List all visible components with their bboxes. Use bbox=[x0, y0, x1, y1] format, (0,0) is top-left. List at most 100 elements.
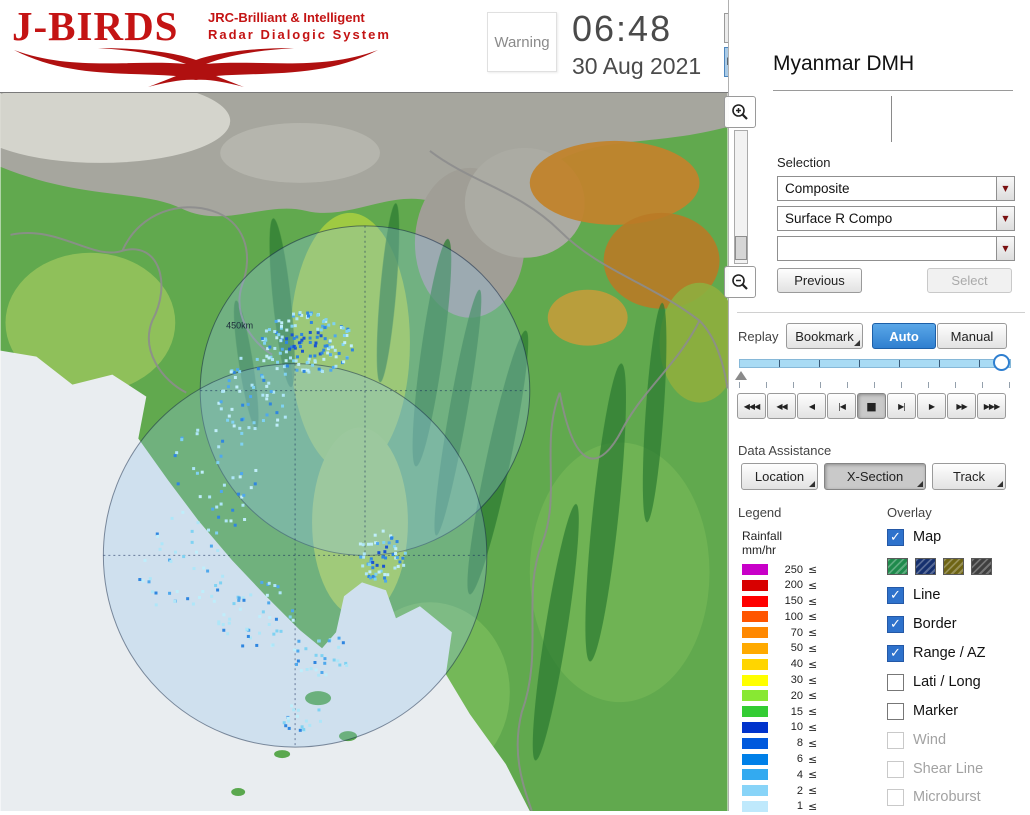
lte-symbol: ≤ bbox=[808, 579, 817, 592]
manual-button[interactable]: Manual bbox=[937, 323, 1007, 349]
skip-start-button[interactable]: ◀◀◀ bbox=[737, 393, 766, 419]
legend-scale: 250≤ 200≤ 150≤ 100≤ 70≤ 50≤ 40≤ 30≤ 20≤ … bbox=[742, 562, 817, 815]
lte-symbol: ≤ bbox=[808, 642, 817, 655]
overlay-item-label: Microburst bbox=[913, 789, 981, 805]
divider bbox=[737, 312, 1025, 313]
legend-color-swatch bbox=[742, 722, 768, 733]
overlay-item-line[interactable]: ✓ Line bbox=[887, 586, 940, 604]
magnifier-plus-icon bbox=[730, 102, 750, 122]
range-label: 450km bbox=[226, 321, 253, 331]
overlay-item-border[interactable]: ✓ Border bbox=[887, 615, 957, 633]
map-zoom-controls bbox=[724, 96, 758, 298]
legend-row: 50≤ bbox=[742, 641, 817, 656]
composite-dropdown[interactable]: Composite ▼ bbox=[777, 176, 1015, 201]
map-style-swatches bbox=[887, 557, 992, 575]
xsection-button[interactable]: X-Section bbox=[824, 463, 926, 490]
fast-forward-button[interactable]: ▶▶ bbox=[947, 393, 976, 419]
timeline-thumb[interactable] bbox=[993, 354, 1010, 371]
overlay-label: Overlay bbox=[887, 505, 932, 520]
chevron-down-icon[interactable]: ▼ bbox=[996, 237, 1014, 260]
legend-color-swatch bbox=[742, 659, 768, 670]
checkbox-border[interactable]: ✓ bbox=[887, 616, 904, 633]
legend-row: 100≤ bbox=[742, 609, 817, 624]
chevron-down-icon[interactable]: ▼ bbox=[996, 177, 1014, 200]
step-back-button[interactable]: ◀ bbox=[797, 393, 826, 419]
overlay-item-lati-long[interactable]: Lati / Long bbox=[887, 673, 981, 691]
site-title: Myanmar DMH bbox=[773, 52, 914, 76]
select-button: Select bbox=[927, 268, 1012, 293]
bookmark-button[interactable]: Bookmark bbox=[786, 323, 863, 349]
legend-value: 6 bbox=[777, 753, 803, 765]
legend-row: 70≤ bbox=[742, 625, 817, 640]
stop-button[interactable]: ■ bbox=[857, 393, 886, 419]
checkbox-lati-long[interactable] bbox=[887, 674, 904, 691]
legend-color-swatch bbox=[742, 596, 768, 607]
legend-color-swatch bbox=[742, 564, 768, 575]
zoom-out-button[interactable] bbox=[724, 266, 756, 298]
checkbox-line[interactable]: ✓ bbox=[887, 587, 904, 604]
legend-label: Legend bbox=[738, 505, 781, 520]
play-button[interactable]: ▶ bbox=[917, 393, 946, 419]
zoom-in-button[interactable] bbox=[724, 96, 756, 128]
clock-time: 06:48 bbox=[572, 8, 672, 50]
composite-dropdown-value: Composite bbox=[778, 181, 996, 196]
map-style-swatch[interactable] bbox=[915, 558, 936, 575]
fast-rewind-button[interactable]: ◀◀ bbox=[767, 393, 796, 419]
legend-unit-2: mm/hr bbox=[742, 543, 776, 557]
divider bbox=[773, 90, 1013, 91]
option-dropdown[interactable]: ▼ bbox=[777, 236, 1015, 261]
legend-value: 15 bbox=[777, 706, 803, 718]
legend-row: 6≤ bbox=[742, 752, 817, 767]
warning-button[interactable]: Warning bbox=[487, 12, 557, 72]
map-style-swatch[interactable] bbox=[943, 558, 964, 575]
checkbox-range-az[interactable]: ✓ bbox=[887, 645, 904, 662]
skip-end-button[interactable]: ▶▶▶ bbox=[977, 393, 1006, 419]
clock-date: 30 Aug 2021 bbox=[572, 53, 701, 80]
map-canvas[interactable]: 450km bbox=[0, 92, 728, 811]
control-panel: Myanmar DMH Selection Composite ▼ Surfac… bbox=[728, 0, 1030, 811]
legend-color-swatch bbox=[742, 611, 768, 622]
legend-row: 250 ≤ bbox=[742, 562, 817, 577]
auto-button[interactable]: Auto bbox=[872, 323, 936, 349]
field-divider bbox=[891, 96, 892, 142]
overlay-item-label: Line bbox=[913, 587, 940, 603]
lte-symbol: ≤ bbox=[808, 689, 817, 702]
overlay-item-label: Border bbox=[913, 616, 957, 632]
overlay-item-shear-line: Shear Line bbox=[887, 760, 983, 778]
checkbox-marker[interactable] bbox=[887, 703, 904, 720]
legend-value: 40 bbox=[777, 658, 803, 670]
overlay-item-label: Lati / Long bbox=[913, 674, 981, 690]
legend-value: 250 bbox=[777, 564, 803, 576]
overlay-item-map[interactable]: ✓ Map bbox=[887, 528, 941, 546]
legend-color-swatch bbox=[742, 580, 768, 591]
checkbox-microburst bbox=[887, 789, 904, 806]
timeline-track[interactable] bbox=[739, 359, 1011, 368]
map-style-swatch[interactable] bbox=[887, 558, 908, 575]
lte-symbol: ≤ bbox=[808, 563, 817, 576]
legend-value: 4 bbox=[777, 769, 803, 781]
product-dropdown[interactable]: Surface R Compo ▼ bbox=[777, 206, 1015, 231]
jbirds-logo: J-BIRDS bbox=[12, 2, 178, 50]
overlay-item-label: Map bbox=[913, 529, 941, 545]
chevron-down-icon[interactable]: ▼ bbox=[996, 207, 1014, 230]
legend-value: 2 bbox=[777, 785, 803, 797]
overlay-item-wind: Wind bbox=[887, 731, 946, 749]
legend-color-swatch bbox=[742, 706, 768, 717]
previous-button[interactable]: Previous bbox=[777, 268, 862, 293]
zoom-slider-thumb[interactable] bbox=[735, 236, 747, 260]
lte-symbol: ≤ bbox=[808, 737, 817, 750]
prev-frame-button[interactable]: |◀ bbox=[827, 393, 856, 419]
lte-symbol: ≤ bbox=[808, 658, 817, 671]
timeline-start-marker[interactable] bbox=[735, 371, 747, 380]
zoom-slider[interactable] bbox=[734, 130, 748, 264]
legend-color-swatch bbox=[742, 754, 768, 765]
overlay-item-marker[interactable]: Marker bbox=[887, 702, 958, 720]
track-button[interactable]: Track bbox=[932, 463, 1006, 490]
location-button[interactable]: Location bbox=[741, 463, 818, 490]
overlay-item-range-az[interactable]: ✓ Range / AZ bbox=[887, 644, 986, 662]
lte-symbol: ≤ bbox=[808, 610, 817, 623]
checkbox-shear-line bbox=[887, 761, 904, 778]
checkbox-map[interactable]: ✓ bbox=[887, 529, 904, 546]
map-style-swatch[interactable] bbox=[971, 558, 992, 575]
next-frame-button[interactable]: ▶| bbox=[887, 393, 916, 419]
